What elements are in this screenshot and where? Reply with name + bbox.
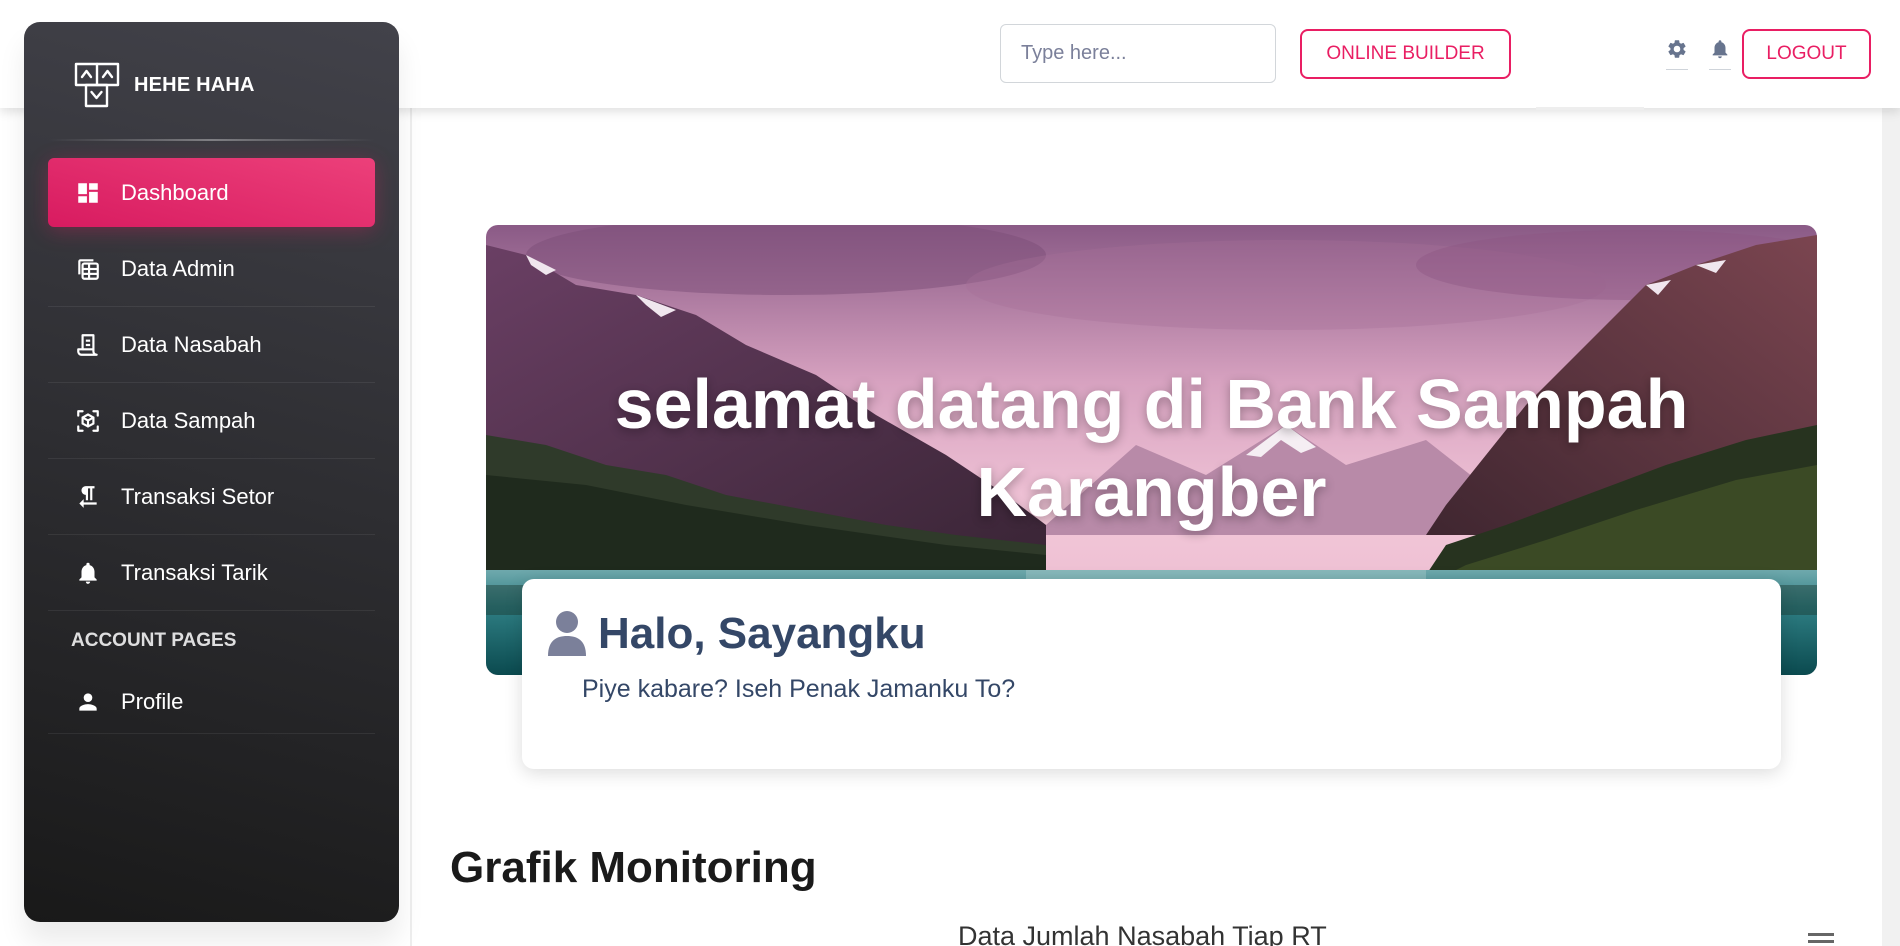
sidebar-item-profile[interactable]: Profile [48, 671, 375, 734]
welcome-card: Halo, Sayangku Piye kabare? Iseh Penak J… [522, 579, 1781, 769]
gear-icon[interactable] [1664, 38, 1690, 70]
sidebar-item-label: Data Sampah [121, 407, 256, 433]
sidebar-item-label: Transaksi Setor [121, 483, 275, 509]
sidebar-item-data-nasabah[interactable]: Data Nasabah [48, 307, 375, 383]
search-input[interactable] [1000, 24, 1276, 83]
welcome-title: Halo, Sayangku [598, 609, 926, 658]
sidebar-item-transaksi-tarik[interactable]: Transaksi Tarik [48, 535, 375, 611]
dashboard-icon [75, 180, 101, 206]
table-icon [75, 256, 101, 282]
sidebar: HEHE HAHA Dashboard Data Admin Data Nasa… [24, 22, 399, 922]
sidebar-item-label: Data Nasabah [121, 331, 262, 357]
format-textdirection-icon [75, 484, 101, 510]
brand-name: HEHE HAHA [134, 73, 255, 96]
page-scrollbar[interactable] [1882, 108, 1900, 946]
sidebar-item-label: Data Admin [121, 255, 235, 281]
sidebar-item-label: Transaksi Tarik [121, 559, 268, 585]
sidebar-item-data-admin[interactable]: Data Admin [48, 231, 375, 307]
chart-title: Data Jumlah Nasabah Tiap RT [958, 921, 1327, 946]
cube-icon [75, 408, 101, 434]
sidebar-divider [48, 139, 375, 141]
section-title: Grafik Monitoring [450, 843, 817, 892]
navbar-tab-indicator [1536, 107, 1644, 110]
main-divider [410, 108, 412, 946]
chart-menu-icon[interactable] [1808, 933, 1834, 946]
bell-icon[interactable] [1707, 38, 1733, 70]
account-pages-heading: ACCOUNT PAGES [71, 630, 237, 651]
sidebar-nav: Dashboard Data Admin Data Nasabah Data S… [48, 158, 375, 734]
box-arrows-logo [74, 62, 120, 108]
receipt-icon [75, 332, 101, 358]
logout-button[interactable]: LOGOUT [1742, 29, 1871, 79]
welcome-subtitle: Piye kabare? Iseh Penak Jamanku To? [582, 675, 1016, 703]
online-builder-button[interactable]: ONLINE BUILDER [1300, 29, 1511, 79]
sidebar-item-label: Dashboard [121, 179, 229, 205]
person-icon [75, 689, 101, 715]
sidebar-item-transaksi-setor[interactable]: Transaksi Setor [48, 459, 375, 535]
hero-title: selamat datang di Bank Sampah Karangber [614, 365, 1689, 531]
notifications-icon [75, 560, 101, 586]
sidebar-item-dashboard[interactable]: Dashboard [48, 158, 375, 227]
brand[interactable]: HEHE HAHA [74, 62, 255, 108]
sidebar-item-data-sampah[interactable]: Data Sampah [48, 383, 375, 459]
user-icon [548, 611, 586, 656]
welcome-heading: Halo, Sayangku [546, 606, 926, 662]
sidebar-item-label: Profile [121, 689, 184, 714]
